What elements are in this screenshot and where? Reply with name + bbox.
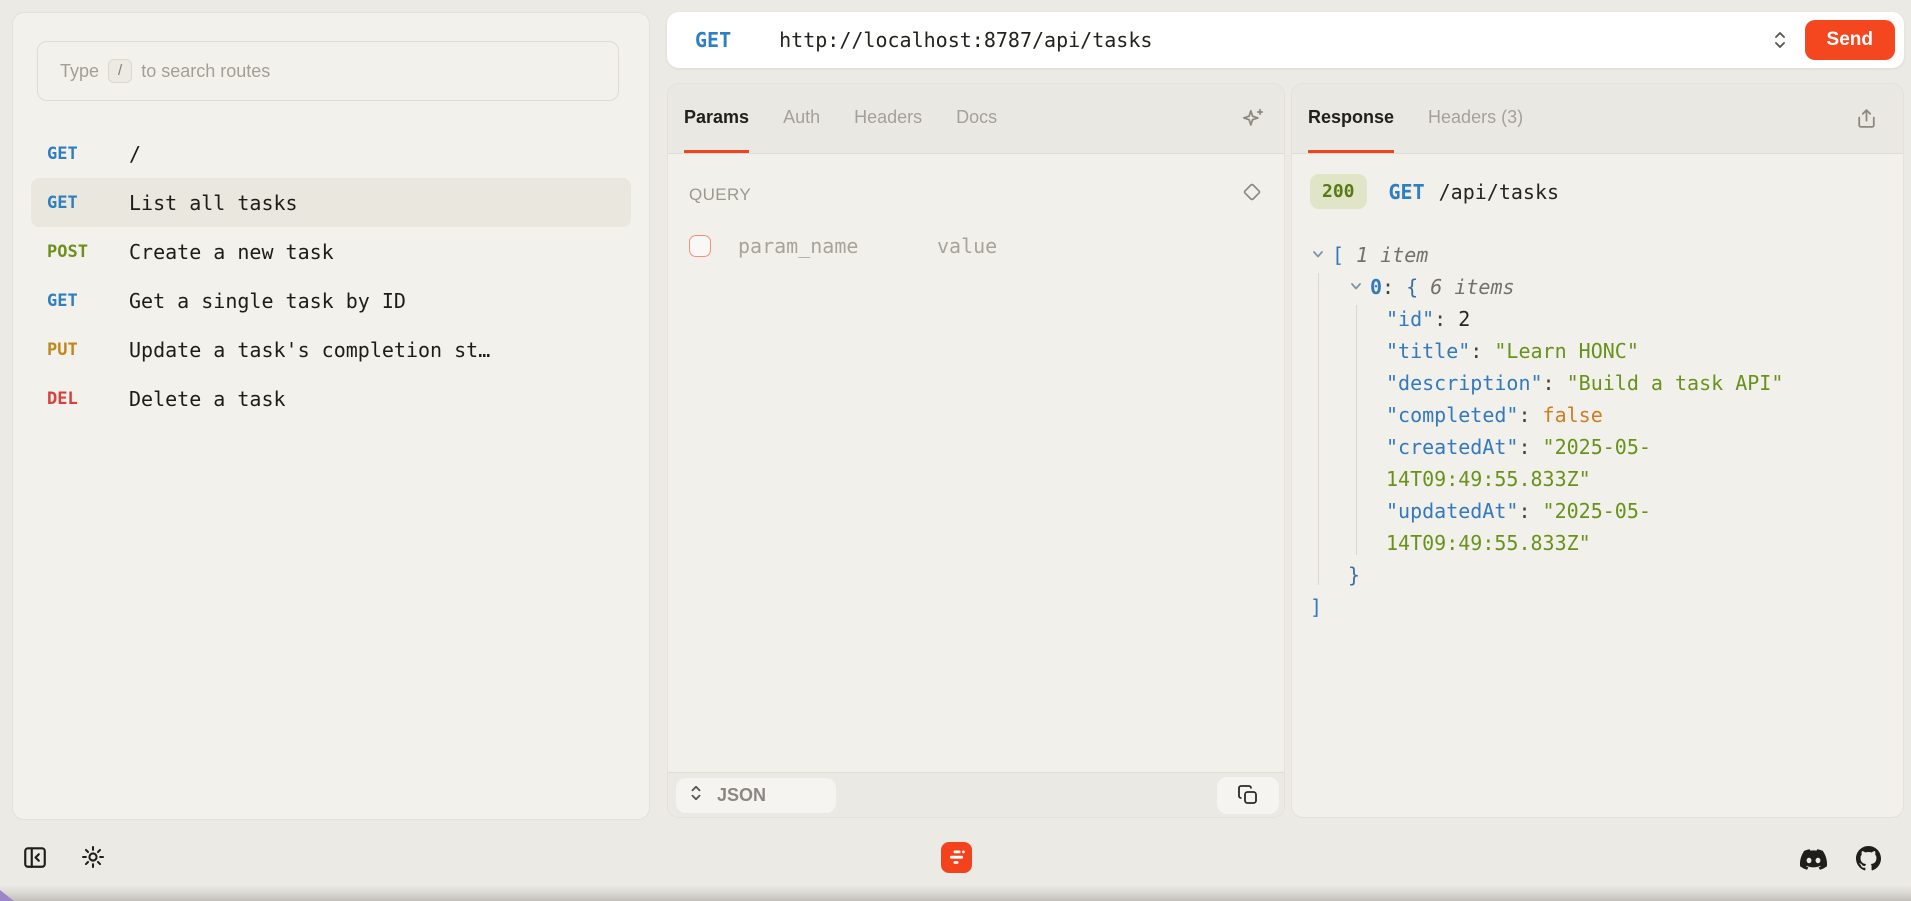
route-item[interactable]: GETGet a single task by ID — [31, 276, 631, 325]
send-button[interactable]: Send — [1805, 20, 1895, 60]
response-path: /api/tasks — [1439, 180, 1559, 204]
json-tree: [ 1 item0: { 6 items"id": 2"title": "Lea… — [1310, 239, 1891, 623]
json-tree-line: 0: { 6 items — [1310, 271, 1891, 303]
param-name-input[interactable] — [736, 233, 935, 259]
json-tree-line: 14T09:49:55.833Z" — [1310, 463, 1891, 495]
route-item[interactable]: DELDelete a task — [31, 374, 631, 423]
slash-keycap: / — [108, 59, 132, 83]
route-method: GET — [47, 291, 129, 311]
route-item[interactable]: GET/ — [31, 129, 631, 178]
github-icon[interactable] — [1856, 846, 1881, 876]
request-tabbar: Params Auth Headers Docs — [668, 84, 1284, 154]
search-placeholder-prefix: Type — [60, 61, 99, 82]
request-url-input[interactable]: http://localhost:8787/api/tasks — [779, 28, 1770, 52]
chevron-down-icon[interactable] — [1310, 239, 1332, 271]
route-item[interactable]: POSTCreate a new task — [31, 227, 631, 276]
tab-docs[interactable]: Docs — [956, 84, 997, 153]
json-tree-line: "title": "Learn HONC" — [1310, 335, 1891, 367]
request-panel: Params Auth Headers Docs QUERY — [667, 83, 1285, 818]
json-tree-line: } — [1310, 559, 1891, 591]
route-item[interactable]: PUTUpdate a task's completion st… — [31, 325, 631, 374]
route-item[interactable]: GETList all tasks — [31, 178, 631, 227]
response-tabbar: Response Headers (3) — [1292, 84, 1903, 154]
gear-icon[interactable] — [80, 844, 106, 875]
body-format-select[interactable]: JSON — [676, 778, 836, 813]
json-tree-line: ] — [1310, 591, 1891, 623]
bottom-toolbar — [0, 820, 1911, 901]
json-tree-line: [ 1 item — [1310, 239, 1891, 271]
search-placeholder-suffix: to search routes — [141, 61, 270, 82]
json-tree-line: 14T09:49:55.833Z" — [1310, 527, 1891, 559]
tab-headers[interactable]: Headers — [854, 84, 922, 153]
param-value-input[interactable] — [935, 233, 1139, 259]
route-label: Create a new task — [129, 240, 334, 264]
routes-sidebar: Type / to search routes GET/GETList all … — [12, 12, 650, 820]
response-content: 200 GET /api/tasks [ 1 item0: { 6 items"… — [1292, 154, 1903, 623]
chevron-up-down-icon[interactable] — [1771, 29, 1789, 51]
fiberplane-logo — [941, 842, 972, 878]
route-list: GET/GETList all tasksPOSTCreate a new ta… — [31, 129, 631, 423]
request-method-select[interactable]: GET — [695, 28, 731, 52]
chevron-down-icon[interactable] — [1348, 271, 1370, 303]
indent-guide — [1318, 273, 1319, 585]
tab-response[interactable]: Response — [1308, 84, 1394, 153]
route-method: DEL — [47, 389, 129, 409]
tab-auth[interactable]: Auth — [783, 84, 820, 153]
chevron-up-down-icon — [688, 783, 704, 808]
response-panel: Response Headers (3) 200 GET /api/tasks [… — [1291, 83, 1904, 818]
body-format-footer: JSON — [668, 772, 1284, 817]
json-tree-line: "createdAt": "2025-05- — [1310, 431, 1891, 463]
panel-group: Params Auth Headers Docs QUERY — [667, 83, 1904, 818]
route-label: List all tasks — [129, 191, 298, 215]
eraser-icon[interactable] — [1240, 180, 1264, 209]
query-param-row — [689, 233, 1284, 259]
body-format-value: JSON — [717, 785, 766, 806]
json-tree-line: "completed": false — [1310, 399, 1891, 431]
route-label: Get a single task by ID — [129, 289, 406, 313]
api-playground-app: Type / to search routes GET/GETList all … — [0, 0, 1911, 901]
indent-guide — [1356, 305, 1357, 555]
main-area: GET http://localhost:8787/api/tasks Send… — [667, 12, 1904, 818]
route-label: Delete a task — [129, 387, 286, 411]
route-label: Update a task's completion st… — [129, 338, 490, 362]
json-tree-line: "updatedAt": "2025-05- — [1310, 495, 1891, 527]
json-tree-line: "id": 2 — [1310, 303, 1891, 335]
route-method: PUT — [47, 340, 129, 360]
query-section-header: QUERY — [689, 180, 1264, 209]
panel-collapse-icon[interactable] — [22, 844, 48, 875]
json-tree-line: "description": "Build a task API" — [1310, 367, 1891, 399]
copy-icon — [1236, 783, 1260, 807]
response-status-row: 200 GET /api/tasks — [1310, 174, 1891, 209]
sparkles-icon[interactable] — [1240, 106, 1266, 137]
route-method: GET — [47, 193, 129, 213]
route-method: POST — [47, 242, 129, 262]
response-method: GET — [1389, 180, 1425, 204]
tab-headers-3[interactable]: Headers (3) — [1428, 84, 1523, 153]
route-search-input[interactable]: Type / to search routes — [37, 41, 619, 101]
share-icon[interactable] — [1854, 106, 1879, 136]
query-section-label: QUERY — [689, 185, 751, 205]
copy-button[interactable] — [1217, 777, 1279, 814]
param-enabled-checkbox[interactable] — [689, 235, 711, 257]
route-method: GET — [47, 144, 129, 164]
status-badge: 200 — [1310, 174, 1367, 209]
request-url-bar: GET http://localhost:8787/api/tasks Send — [667, 12, 1904, 68]
tab-params[interactable]: Params — [684, 84, 749, 153]
discord-icon[interactable] — [1800, 846, 1827, 878]
route-label: / — [129, 142, 141, 166]
